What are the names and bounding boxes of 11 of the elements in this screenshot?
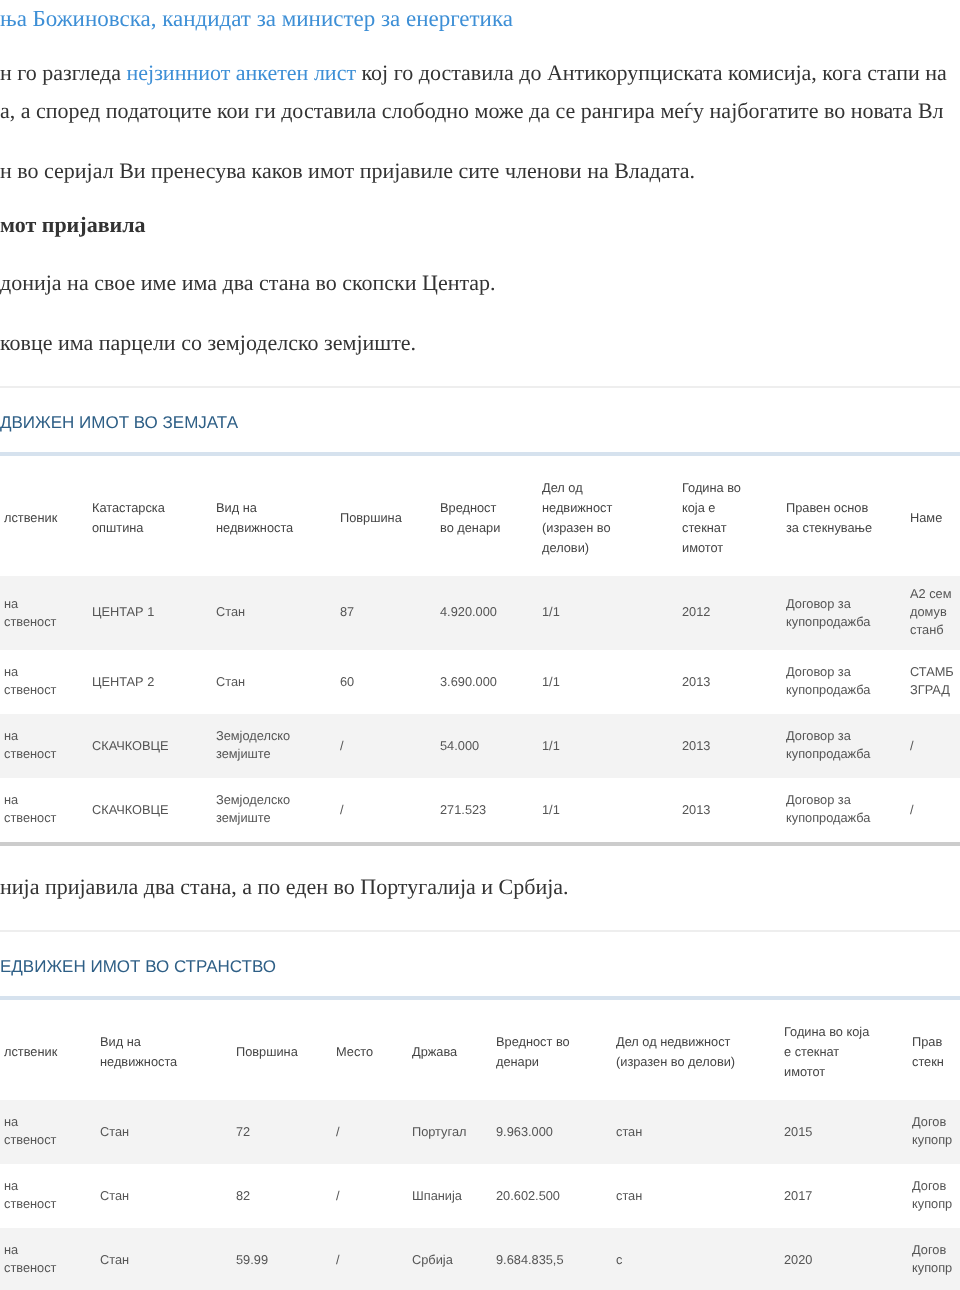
section-heading: мот пријавила xyxy=(0,214,148,238)
paragraph-text: ковце има парцели со земјоделско земјиште. xyxy=(0,330,419,360)
paragraph-text: донија на свое име има два стана во скопски Центар. xyxy=(0,270,498,300)
paragraph-text: н во серијал Ви пренесува каков имот пријавиле сите членови на Владата. xyxy=(0,158,698,188)
paragraph-text: н го разгледа нејзинниот анкетен лист кој го доставила до Антикорупциската комисија, кога стапи на xyxy=(0,60,949,90)
table-title: ДВИЖЕН ИМОТ ВО ЗЕМЈАТА xyxy=(0,388,960,456)
table-title: ЕДВИЖЕН ИМОТ ВО СТРАНСТВО xyxy=(0,932,960,1000)
article-link[interactable]: ња Божиновска, кандидат за министер за енергетика xyxy=(0,0,960,32)
paragraph-text: нија пријавила два стана, а по еден во Португалија и Србија. xyxy=(0,874,571,904)
inline-link[interactable]: нејзинниот анкетен лист xyxy=(126,62,357,86)
paragraph-text: а, а според податоците кои ги доставила слободно може да се рангира меѓу најбогатите во новата Вл xyxy=(0,98,946,128)
